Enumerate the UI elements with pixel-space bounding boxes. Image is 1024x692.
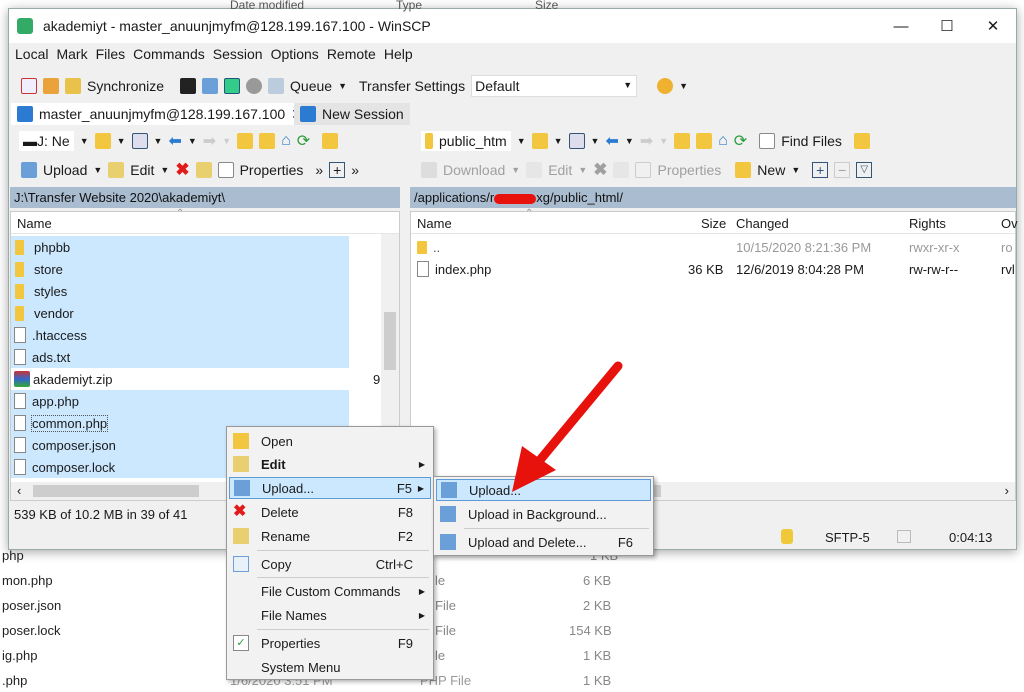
bg-header-date: Date modified — [230, 0, 305, 12]
bg-header-size: Size — [535, 0, 559, 12]
annotation-arrow — [512, 361, 623, 492]
bg-header-type: Type — [396, 0, 423, 12]
arrow-shaft — [535, 361, 623, 465]
